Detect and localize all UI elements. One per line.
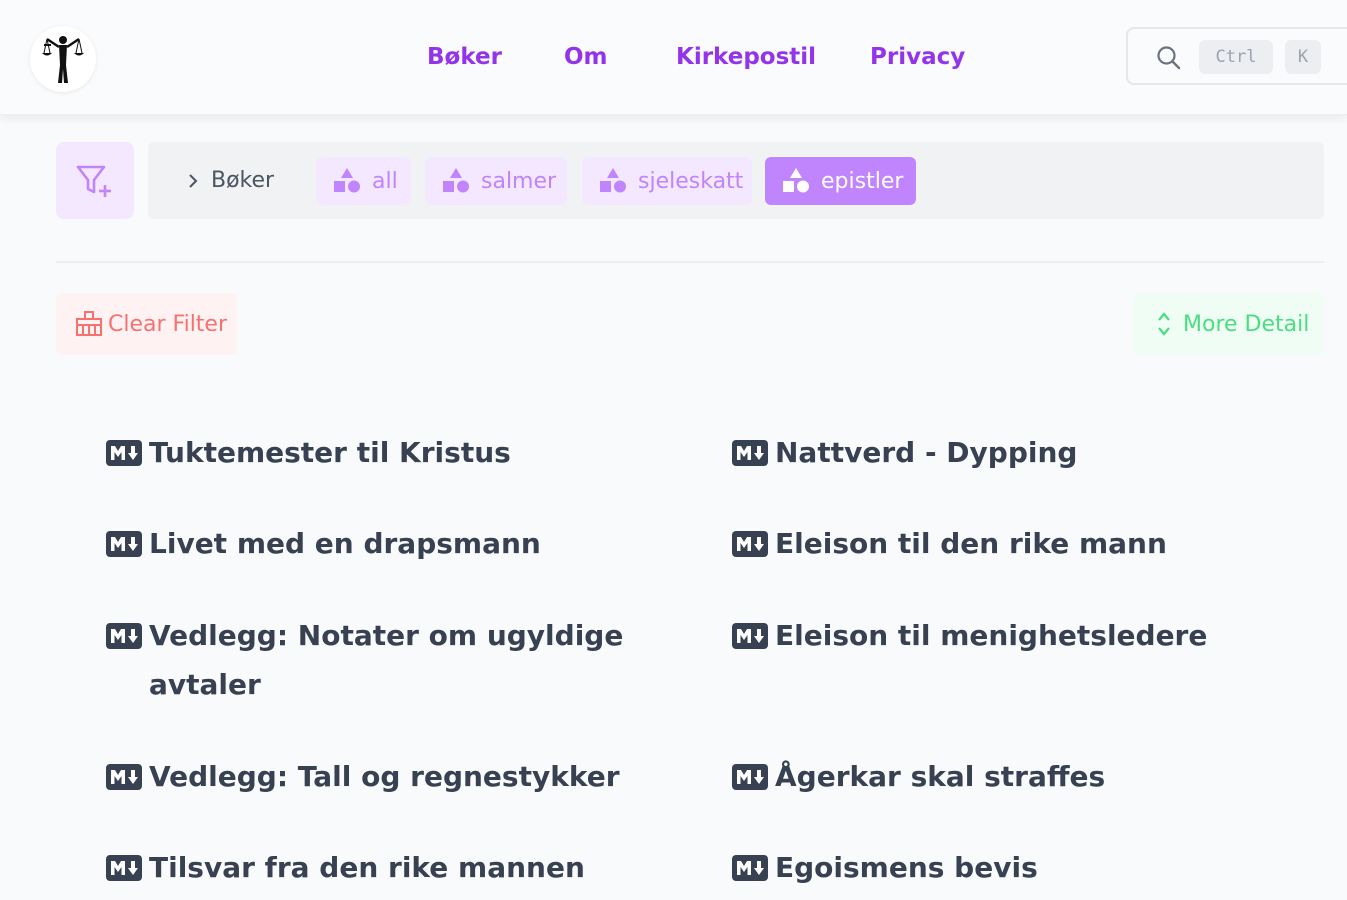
tag-salmer[interactable]: salmer — [425, 157, 567, 205]
shapes-icon — [441, 167, 471, 195]
list-item[interactable]: Tuktemester til Kristus — [106, 428, 666, 477]
nav-link-privacy[interactable]: Privacy — [870, 44, 965, 70]
tag-label: epistler — [821, 168, 904, 194]
list-item[interactable]: Eleison til den rike mann — [732, 519, 1312, 568]
add-filter-button[interactable] — [56, 142, 134, 219]
markdown-icon — [106, 764, 142, 790]
list-item-title: Tilsvar fra den rike mannen — [149, 851, 585, 884]
nav-link-kirkepostil[interactable]: Kirkepostil — [676, 44, 816, 70]
shapes-icon — [781, 167, 811, 195]
filter-plus-icon — [76, 165, 111, 197]
list-item-title: Tuktemester til Kristus — [149, 436, 511, 469]
markdown-icon — [732, 440, 768, 466]
list-item-title: Vedlegg: Notater om ugyldige avtaler — [149, 619, 624, 701]
list-item[interactable]: Egoismens bevis — [732, 843, 1312, 892]
tag-all[interactable]: all — [316, 157, 411, 205]
list-item-title: Eleison til menighetsledere — [775, 619, 1208, 652]
list-item[interactable]: Nattverd - Dypping — [732, 428, 1312, 477]
list-item[interactable]: Vedlegg: Notater om ugyldige avtaler — [106, 611, 666, 709]
search-box[interactable]: Ctrl K — [1126, 27, 1347, 85]
breadcrumb-label: Bøker — [211, 168, 275, 193]
markdown-icon — [106, 855, 142, 881]
list-item[interactable]: Vedlegg: Tall og regnestykker — [106, 752, 666, 801]
shapes-icon — [332, 167, 362, 195]
markdown-icon — [106, 440, 142, 466]
list-item[interactable]: Ågerkar skal straffes — [732, 752, 1312, 801]
nav-link-boker[interactable]: Bøker — [427, 44, 502, 70]
chevron-right-icon — [189, 173, 198, 188]
list-item[interactable]: Livet med en drapsmann — [106, 519, 666, 568]
list-item-title: Ågerkar skal straffes — [775, 760, 1106, 793]
list-item-title: Egoismens bevis — [775, 851, 1038, 884]
tag-label: all — [372, 168, 398, 194]
chevron-up-down-icon — [1158, 312, 1170, 336]
top-header: Bøker Om Kirkepostil Privacy Ctrl K — [0, 0, 1347, 115]
breadcrumb[interactable]: Bøker — [183, 168, 274, 193]
list-item-title: Vedlegg: Tall og regnestykker — [149, 760, 620, 793]
markdown-icon — [732, 764, 768, 790]
list-item-title: Eleison til den rike mann — [775, 527, 1167, 560]
markdown-icon — [732, 623, 768, 649]
tag-label: salmer — [481, 168, 557, 194]
more-detail-button[interactable]: More Detail — [1133, 293, 1324, 355]
markdown-icon — [106, 623, 142, 649]
markdown-icon — [106, 531, 142, 557]
tag-sjeleskatt[interactable]: sjeleskatt — [582, 157, 752, 205]
clear-filter-icon — [76, 311, 102, 336]
shortcut-key-k: K — [1285, 40, 1321, 74]
shapes-icon — [598, 167, 628, 195]
clear-filter-button[interactable]: Clear Filter — [56, 293, 237, 355]
tag-epistler[interactable]: epistler — [765, 157, 916, 205]
list-item-title: Nattverd - Dypping — [775, 436, 1078, 469]
nav-link-om[interactable]: Om — [564, 44, 608, 70]
list-item-title: Livet med en drapsmann — [149, 527, 541, 560]
search-icon — [1157, 46, 1181, 70]
markdown-icon — [732, 855, 768, 881]
markdown-icon — [732, 531, 768, 557]
section-divider — [56, 261, 1324, 263]
more-detail-label: More Detail — [1183, 311, 1310, 337]
list-item[interactable]: Eleison til menighetsledere — [732, 611, 1312, 660]
shortcut-key-ctrl: Ctrl — [1199, 40, 1273, 74]
clear-filter-label: Clear Filter — [108, 311, 228, 337]
tag-label: sjeleskatt — [638, 168, 744, 194]
list-item[interactable]: Tilsvar fra den rike mannen — [106, 843, 666, 892]
